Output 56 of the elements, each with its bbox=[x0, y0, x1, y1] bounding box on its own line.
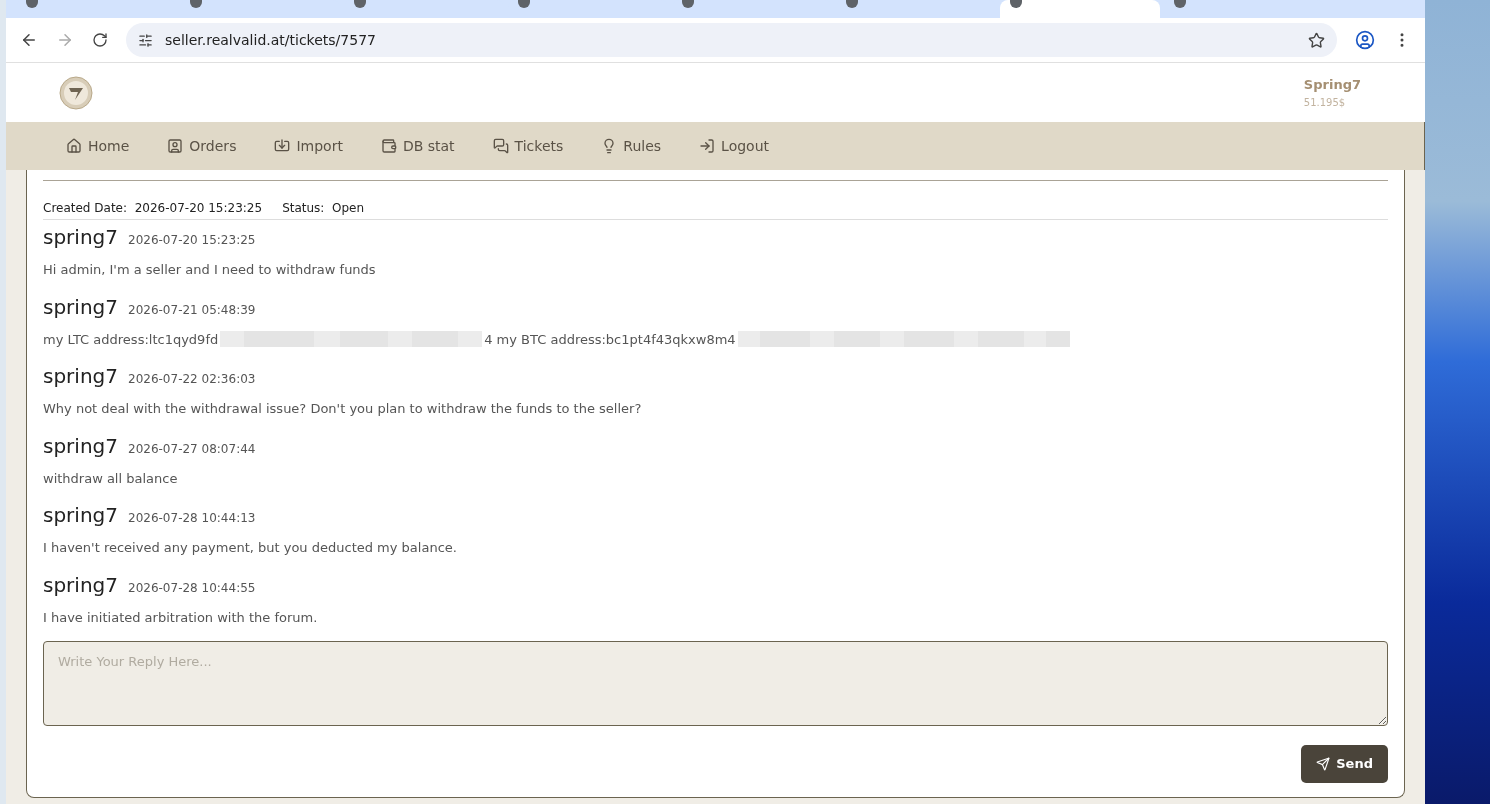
favicon-icon bbox=[1010, 0, 1022, 8]
logo-icon bbox=[59, 75, 93, 110]
nav-link[interactable]: Home bbox=[66, 135, 130, 157]
message-time: 2026-07-22 02:36:03 bbox=[128, 371, 256, 388]
message-time: 2026-07-28 10:44:13 bbox=[128, 510, 256, 527]
favicon-icon bbox=[1174, 0, 1186, 8]
favicon-icon bbox=[190, 0, 202, 8]
logout-icon bbox=[699, 138, 716, 154]
nav-link[interactable]: Import bbox=[274, 135, 343, 157]
back-icon[interactable] bbox=[20, 31, 38, 49]
reply-field[interactable]: Write Your Reply Here... bbox=[43, 641, 1388, 726]
message-author: spring7 bbox=[43, 571, 118, 599]
wallet-icon bbox=[380, 138, 397, 154]
message-author: spring7 bbox=[43, 224, 118, 251]
nav-link[interactable]: Logout bbox=[699, 135, 770, 157]
bookmark-icon[interactable] bbox=[1308, 31, 1325, 49]
message-text: Why not deal with the withdrawal issue? Don't you plan to withdraw the funds to the seller? bbox=[43, 400, 643, 418]
site-info-icon[interactable] bbox=[138, 32, 153, 48]
balance: 51.195$ bbox=[1303, 95, 1347, 110]
message-text: I have initiated arbitration with the forum. bbox=[43, 608, 319, 627]
message-text: Hi admin, I'm a seller and I need to withdraw funds bbox=[43, 261, 377, 279]
message-time: 2026-07-21 05:48:39 bbox=[128, 301, 256, 319]
chat-bubbles-icon bbox=[492, 138, 509, 154]
address-bar[interactable]: seller.realvalid.at/tickets/7577 bbox=[126, 23, 1337, 57]
reload-icon[interactable] bbox=[92, 32, 108, 48]
message-time: 2026-07-27 08:07:44 bbox=[128, 440, 256, 458]
favicon-icon bbox=[26, 0, 38, 8]
send-button[interactable]: Send bbox=[1301, 745, 1388, 783]
house-icon bbox=[66, 138, 82, 154]
favicon-icon bbox=[846, 0, 858, 8]
favicon-icon bbox=[518, 0, 530, 8]
message-time: 2026-07-28 10:44:55 bbox=[128, 579, 256, 597]
ticket-status: Status: Open bbox=[282, 200, 365, 217]
message-time: 2026-07-20 15:23:25 bbox=[128, 232, 256, 249]
message-author: spring7 bbox=[43, 293, 118, 321]
favicon-icon bbox=[682, 0, 694, 8]
message-text: 4 my BTC address:bc1pt4f43qkxw8m4 bbox=[484, 330, 736, 349]
message-author: spring7 bbox=[43, 363, 118, 390]
message-text: withdraw all balance bbox=[43, 469, 179, 488]
nav-link[interactable]: Tickets bbox=[492, 135, 564, 157]
nav-link[interactable]: DB stat bbox=[380, 135, 455, 157]
created-date: Created Date: 2026-07-20 15:23:25 bbox=[43, 200, 263, 217]
upload-icon bbox=[274, 138, 291, 154]
nav-link[interactable]: Orders bbox=[167, 135, 237, 157]
id-card-icon bbox=[167, 138, 184, 154]
send-icon bbox=[1316, 757, 1331, 771]
message-author: spring7 bbox=[43, 502, 118, 529]
browser-tab[interactable] bbox=[1000, 0, 1160, 18]
username: Spring7 bbox=[1303, 76, 1361, 95]
message-author: spring7 bbox=[43, 432, 118, 460]
favicon-icon bbox=[354, 0, 366, 8]
message-text: I haven't received any payment, but you deducted my balance. bbox=[43, 539, 458, 557]
profile-icon[interactable] bbox=[1355, 30, 1375, 50]
url-text: seller.realvalid.at/tickets/7577 bbox=[165, 30, 377, 50]
nav-link[interactable]: Rules bbox=[601, 135, 662, 157]
message-text: my LTC address:ltc1qyd9fd bbox=[43, 330, 219, 349]
